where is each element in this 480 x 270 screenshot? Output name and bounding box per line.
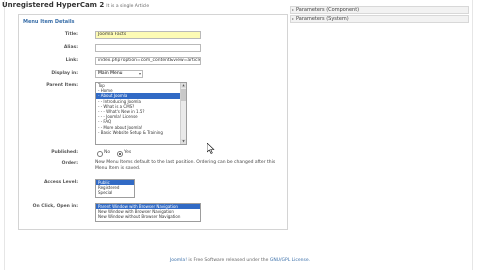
display-in-select[interactable]: Main Menu ▾ [95,70,143,78]
on-click-label: On Click, Open in: [32,204,78,209]
access-option[interactable]: Special [96,190,134,195]
display-in-label: Display in: [51,71,78,76]
mouse-pointer-icon [207,143,215,154]
scroll-up-icon[interactable]: ▲ [181,83,186,88]
access-level-label: Access Level: [43,180,78,185]
page-footer: Joomla! is Free Software released under … [169,258,311,263]
published-yes-label: Yes [124,150,132,155]
panel-parameters-component[interactable]: ▸ Parameters (Component) [290,6,469,14]
dropdown-arrow-icon: ▾ [138,71,141,76]
published-no-radio[interactable] [97,151,103,157]
parent-option[interactable]: - Basic Website Setup & Training [96,130,186,135]
fieldset-legend: Menu Item Details [22,19,76,25]
title-label: Title: [64,32,78,37]
order-note: New Menu Items default to the last posit… [95,160,276,171]
link-input[interactable]: index.php?option=com_content&view=articl… [95,57,201,65]
title-input[interactable]: Joomla Facts [95,31,201,39]
chevron-right-icon: ▸ [292,7,295,12]
parent-item-label: Parent Item: [46,83,78,88]
right-edge-line [472,0,473,270]
scroll-thumb[interactable] [181,89,186,101]
alias-input[interactable] [95,44,201,52]
scroll-down-icon[interactable]: ▼ [181,139,186,144]
access-level-listbox[interactable]: Public Registered Special [95,179,135,198]
recording-watermark: Unregistered HyperCam 2 It is a single Ar… [2,1,150,9]
chevron-right-icon: ▸ [292,16,295,21]
parent-item-listbox[interactable]: Top - Home - About Joomla - - Introducin… [95,82,187,145]
published-label: Published: [51,150,78,155]
published-yes-radio[interactable] [117,151,123,157]
link-label: Link: [65,58,78,63]
published-no-label: No [104,150,111,155]
on-click-option[interactable]: New Window without Browser Navigation [96,214,200,219]
gpl-license-link[interactable]: GNU/GPL License. [270,258,310,263]
left-edge-line [4,0,5,270]
parent-listbox-scrollbar[interactable]: ▲ ▼ [180,83,186,144]
panel-parameters-system[interactable]: ▸ Parameters (System) [290,15,469,23]
order-label: Order: [61,161,78,166]
on-click-listbox[interactable]: Parent Window with Browser Navigation Ne… [95,203,201,222]
joomla-link[interactable]: Joomla! [170,258,187,263]
alias-label: Alias: [63,45,78,50]
